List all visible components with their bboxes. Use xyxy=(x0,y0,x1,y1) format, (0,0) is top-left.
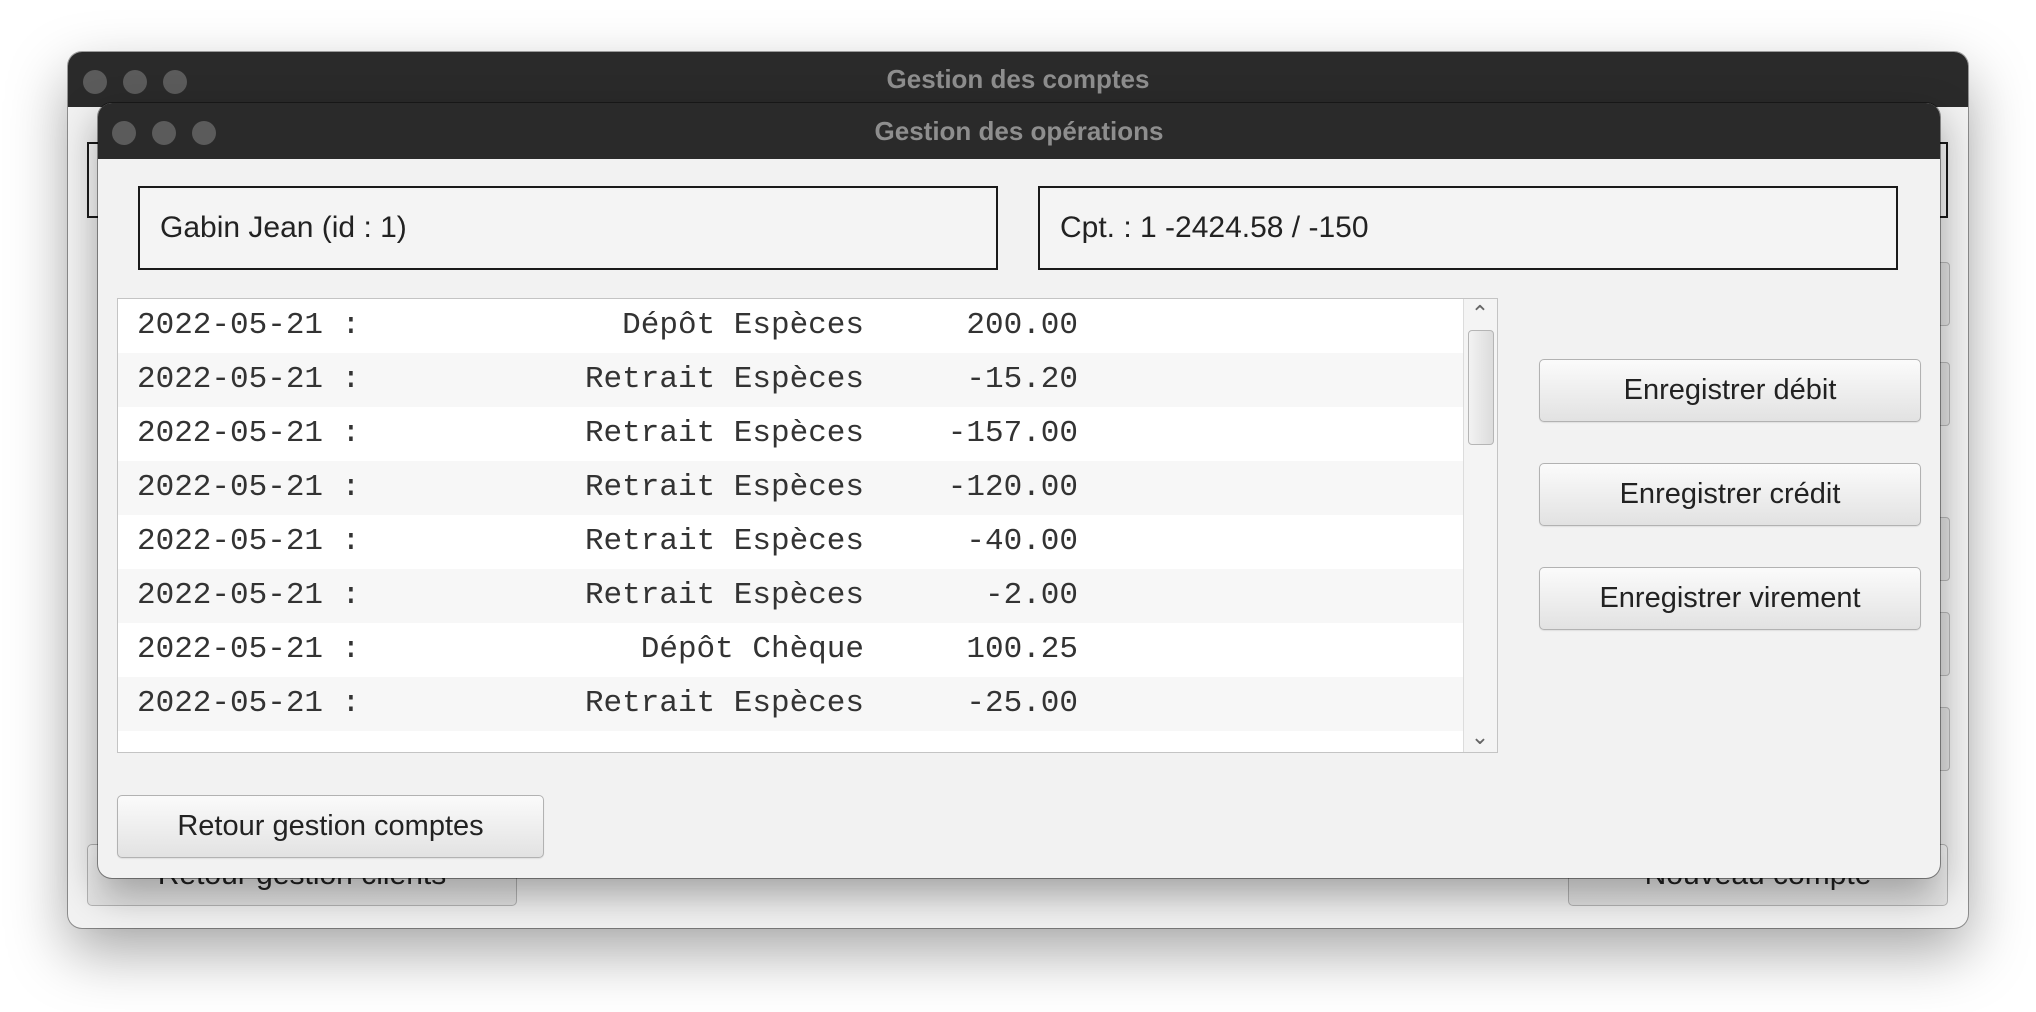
operation-row[interactable]: 2022-05-21 : Retrait Espèces -157.00 xyxy=(118,407,1497,461)
minimize-window-icon[interactable] xyxy=(152,121,176,145)
operations-rows: 2022-05-21 : Dépôt Espèces 200.00 2022-05-2… xyxy=(118,299,1497,731)
operation-date: 2022-05-21 : xyxy=(137,686,361,721)
operation-date: 2022-05-21 : xyxy=(137,470,361,505)
operation-label: Dépôt Espèces xyxy=(622,308,864,343)
operation-date: 2022-05-21 : xyxy=(137,524,361,559)
account-info-text: Cpt. : 1 -2424.58 / -150 xyxy=(1060,211,1369,244)
operation-amount: 200.00 xyxy=(966,308,1078,343)
operation-label: Retrait Espèces xyxy=(584,578,864,613)
record-debit-label: Enregistrer débit xyxy=(1623,374,1837,406)
client-info-text: Gabin Jean (id : 1) xyxy=(160,211,407,244)
record-credit-button[interactable]: Enregistrer crédit xyxy=(1539,463,1921,526)
operation-date: 2022-05-21 : xyxy=(137,578,361,613)
operation-amount: -120.00 xyxy=(947,470,1078,505)
operation-row[interactable]: 2022-05-21 : Dépôt Chèque 100.25 xyxy=(118,623,1497,677)
scrollbar-thumb[interactable] xyxy=(1468,330,1494,445)
operation-amount: -15.20 xyxy=(966,362,1078,397)
operations-window-title: Gestion des opérations xyxy=(874,116,1164,146)
back-to-accounts-button[interactable]: Retour gestion comptes xyxy=(117,795,544,858)
record-transfer-label: Enregistrer virement xyxy=(1599,582,1861,614)
operation-row[interactable]: 2022-05-21 : Retrait Espèces -2.00 xyxy=(118,569,1497,623)
operation-amount: -157.00 xyxy=(947,416,1078,451)
zoom-window-icon[interactable] xyxy=(192,121,216,145)
record-transfer-button[interactable]: Enregistrer virement xyxy=(1539,567,1921,630)
operation-label: Retrait Espèces xyxy=(584,686,864,721)
accounts-window-title: Gestion des comptes xyxy=(886,64,1150,94)
chevron-down-icon[interactable]: ⌄ xyxy=(1464,724,1496,750)
operations-window-titlebar: Gestion des opérations xyxy=(98,103,1940,159)
close-window-icon[interactable] xyxy=(83,70,107,94)
operation-label: Retrait Espèces xyxy=(584,524,864,559)
operation-date: 2022-05-21 : xyxy=(137,362,361,397)
operations-list[interactable]: 2022-05-21 : Dépôt Espèces 200.00 2022-05-2… xyxy=(117,298,1498,753)
account-info-box: Cpt. : 1 -2424.58 / -150 xyxy=(1038,186,1898,270)
operation-date: 2022-05-21 : xyxy=(137,416,361,451)
operation-amount: -40.00 xyxy=(966,524,1078,559)
operations-window: Gestion des opérations Gabin Jean (id : … xyxy=(98,103,1940,878)
accounts-window-titlebar: Gestion des comptes xyxy=(68,52,1968,107)
operations-scrollbar[interactable]: ⌃ ⌄ xyxy=(1463,299,1497,752)
operation-date: 2022-05-21 : xyxy=(137,308,361,343)
operation-label: Dépôt Chèque xyxy=(640,632,864,667)
operation-date: 2022-05-21 : xyxy=(137,632,361,667)
close-window-icon[interactable] xyxy=(112,121,136,145)
operation-row[interactable]: 2022-05-21 : Dépôt Espèces 200.00 xyxy=(118,299,1497,353)
back-to-accounts-label: Retour gestion comptes xyxy=(177,810,484,842)
window-controls xyxy=(112,121,216,145)
chevron-up-icon[interactable]: ⌃ xyxy=(1464,301,1496,327)
operation-row[interactable]: 2022-05-21 : Retrait Espèces -25.00 xyxy=(118,677,1497,731)
operation-label: Retrait Espèces xyxy=(584,470,864,505)
zoom-window-icon[interactable] xyxy=(163,70,187,94)
operation-row[interactable]: 2022-05-21 : Retrait Espèces -120.00 xyxy=(118,461,1497,515)
record-credit-label: Enregistrer crédit xyxy=(1619,478,1841,510)
window-controls xyxy=(83,70,187,94)
operation-amount: -2.00 xyxy=(984,578,1078,613)
client-info-box: Gabin Jean (id : 1) xyxy=(138,186,998,270)
operation-row[interactable]: 2022-05-21 : Retrait Espèces -15.20 xyxy=(118,353,1497,407)
operation-label: Retrait Espèces xyxy=(584,416,864,451)
operation-row[interactable]: 2022-05-21 : Retrait Espèces -40.00 xyxy=(118,515,1497,569)
operation-label: Retrait Espèces xyxy=(584,362,864,397)
minimize-window-icon[interactable] xyxy=(123,70,147,94)
operation-amount: 100.25 xyxy=(966,632,1078,667)
operation-amount: -25.00 xyxy=(966,686,1078,721)
record-debit-button[interactable]: Enregistrer débit xyxy=(1539,359,1921,422)
